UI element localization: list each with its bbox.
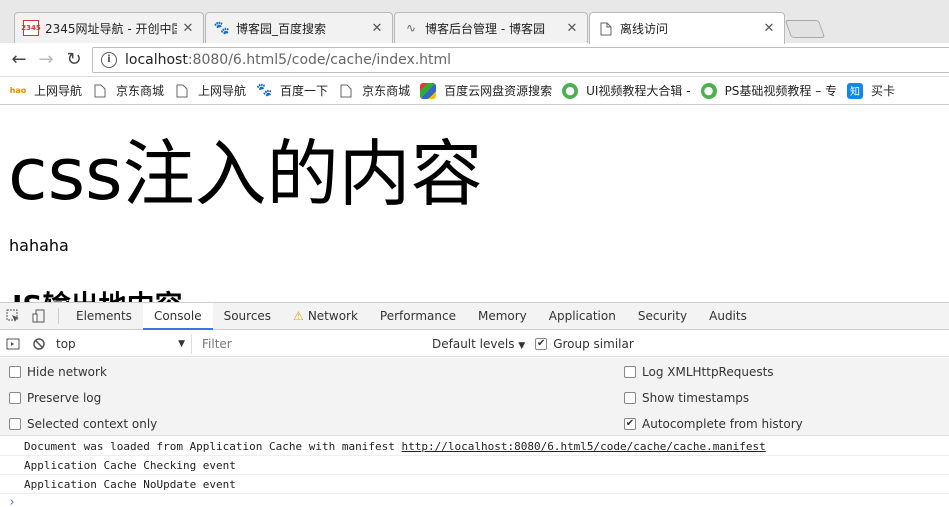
2345-logo-icon: 2345 [21,20,41,36]
tab-performance[interactable]: Performance [369,303,467,330]
inspect-element-icon[interactable] [0,303,26,330]
hao-logo-icon: hao [9,86,27,95]
log-levels-dropdown[interactable]: Default levels ▼ [432,337,525,351]
browser-toolbar: ← → ↻ i localhost:8080/6.html5/code/cach… [0,43,949,77]
context-selector[interactable]: top ▼ [52,333,192,354]
bookmark-item[interactable]: 上网导航 [174,82,246,99]
bookmark-item[interactable]: ● UI视频教程大合辑 - [562,82,691,99]
tab-console[interactable]: Console [142,302,213,330]
log-xhr-checkbox[interactable]: Log XMLHttpRequests [624,365,774,379]
bookmark-item[interactable]: 百度云网盘资源搜索 [420,82,552,99]
show-drawer-icon[interactable] [0,330,26,357]
page-heading: css注入的内容 [8,132,483,216]
bookmark-item[interactable]: 知 买卡 [847,82,895,99]
browser-tab-2345[interactable]: 2345 2345网址导航 - 开创中国 ✕ [14,12,204,43]
tab-strip: 2345 2345网址导航 - 开创中国 ✕ 🐾 博客园_百度搜索 ✕ ∿ 博客… [0,0,949,44]
page-viewport: css注入的内容 hahaha JS输出地内容 [0,106,949,302]
cnblogs-icon: ∿ [405,21,417,35]
browser-tab-offline[interactable]: 离线访问 ✕ [589,12,785,44]
console-message: Application Cache Checking event [0,456,949,475]
bookmarks-bar: hao 上网导航 京东商城 上网导航 🐾 百度一下 京东商城 百度云网盘资源搜索… [0,77,949,105]
page-icon [92,83,108,99]
group-similar-checkbox[interactable]: ✔ Group similar [535,337,634,351]
tab-title: 博客后台管理 - 博客园 [425,21,545,36]
clear-console-icon[interactable] [26,330,52,357]
checkbox-checked[interactable]: ✔ [535,337,548,350]
browser-tab-baidu[interactable]: 🐾 博客园_百度搜索 ✕ [205,12,393,43]
bookmark-item[interactable]: ● PS基础视频教程 – 专 [700,82,837,99]
close-icon[interactable]: ✕ [762,21,776,36]
divider [58,308,59,324]
devtools-panel: Elements Console Sources ⚠ Network Perfor… [0,302,949,507]
selected-context-only-checkbox[interactable]: Selected context only [9,417,157,431]
tab-audits[interactable]: Audits [698,303,758,330]
back-arrow-icon[interactable]: ← [8,49,30,71]
close-icon[interactable]: ✕ [565,21,579,36]
baidu-paw-icon: 🐾 [255,83,273,98]
page-icon [598,21,614,37]
tab-title: 离线访问 [620,22,669,36]
tab-title: 博客园_百度搜索 [236,21,327,36]
url-text: localhost:8080/6.html5/code/cache/index.… [125,52,452,68]
autocomplete-checkbox[interactable]: ✔ Autocomplete from history [624,417,803,431]
show-timestamps-checkbox[interactable]: Show timestamps [624,391,749,405]
bookmark-item[interactable]: 🐾 百度一下 [256,82,328,99]
zhihu-icon: 知 [847,82,864,99]
address-bar[interactable]: i localhost:8080/6.html5/code/cache/inde… [92,47,949,73]
new-tab-button[interactable] [784,20,826,38]
dropdown-arrow-icon: ▼ [178,338,185,349]
hide-network-checkbox[interactable]: Hide network [9,365,107,379]
bookmark-item[interactable]: 京东商城 [92,82,164,99]
console-output: Document was loaded from Application Cac… [0,437,949,507]
page-text: hahaha [9,236,69,255]
console-toolbar: top ▼ Default levels ▼ ✔ Group similar [0,331,949,357]
tab-memory[interactable]: Memory [467,303,538,330]
page-subheading: JS输出地内容 [12,284,183,302]
reload-icon[interactable]: ↻ [63,49,85,71]
browser-tab-cnblogs[interactable]: ∿ 博客后台管理 - 博客园 ✕ [394,12,588,43]
green-circle-icon: ● [562,82,579,99]
console-message: Document was loaded from Application Cac… [0,437,949,456]
warning-icon: ⚠ [293,308,304,323]
colorful-x-icon [420,82,437,99]
forward-arrow-icon[interactable]: → [35,49,57,71]
tab-title: 2345网址导航 - 开创中国 [45,21,177,36]
devtools-tab-bar: Elements Console Sources ⚠ Network Perfor… [0,302,949,330]
page-icon [338,83,354,99]
dropdown-arrow-icon: ▼ [518,340,526,351]
bookmark-item[interactable]: hao 上网导航 [10,82,82,99]
page-icon [174,83,190,99]
tab-security[interactable]: Security [627,303,698,330]
close-icon[interactable]: ✕ [370,21,384,36]
tab-sources[interactable]: Sources [213,303,282,330]
tab-application[interactable]: Application [538,303,627,330]
manifest-link[interactable]: http://localhost:8080/6.html5/code/cache… [402,440,766,453]
preserve-log-checkbox[interactable]: Preserve log [9,391,101,405]
console-message: Application Cache NoUpdate event [0,475,949,494]
baidu-paw-icon: 🐾 [213,20,231,36]
green-circle-icon: ● [700,82,717,99]
info-icon[interactable]: i [101,52,117,68]
device-toolbar-icon[interactable] [26,303,52,330]
tab-network[interactable]: ⚠ Network [282,303,369,330]
tab-elements[interactable]: Elements [65,303,143,330]
bookmark-item[interactable]: 京东商城 [338,82,410,99]
console-prompt-icon[interactable]: › [0,494,949,507]
close-icon[interactable]: ✕ [181,21,195,36]
console-settings: Hide network Preserve log Selected conte… [0,358,949,436]
filter-input[interactable] [198,333,424,354]
